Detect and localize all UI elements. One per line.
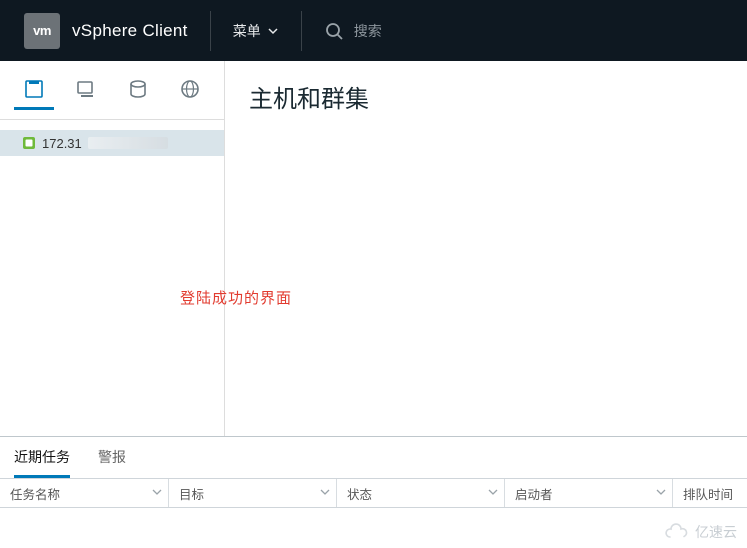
- tab-networking[interactable]: [170, 70, 210, 110]
- tree-item-label: 172.31: [42, 136, 82, 151]
- tree-item-vcenter[interactable]: 172.31: [0, 130, 224, 156]
- col-label: 启动者: [515, 484, 553, 503]
- chevron-down-icon: [656, 486, 666, 500]
- tab-storage[interactable]: [118, 70, 158, 110]
- main-body: 172.31 主机和群集: [0, 61, 747, 436]
- vmware-logo-text: vm: [33, 23, 51, 38]
- inventory-sidebar: 172.31: [0, 61, 225, 436]
- cloud-icon: [663, 523, 689, 541]
- watermark-text: 亿速云: [695, 522, 737, 542]
- search-box[interactable]: [324, 21, 474, 41]
- col-target[interactable]: 目标: [168, 479, 336, 507]
- tab-vms-templates[interactable]: [66, 70, 106, 110]
- networking-icon: [179, 78, 201, 100]
- vcenter-icon: [22, 136, 36, 150]
- content-area: 主机和群集: [225, 61, 747, 436]
- header-divider: [301, 11, 302, 51]
- hosts-clusters-icon: [23, 78, 45, 100]
- search-icon: [324, 21, 344, 41]
- bottom-panel: 近期任务 警报 任务名称 目标 状态 启动者: [0, 436, 747, 548]
- tab-recent-tasks[interactable]: 近期任务: [14, 447, 70, 478]
- menu-label: 菜单: [233, 21, 261, 41]
- col-label: 任务名称: [10, 484, 60, 503]
- chevron-down-icon: [320, 486, 330, 500]
- chevron-down-icon: [152, 486, 162, 500]
- header-divider: [210, 11, 211, 51]
- search-input[interactable]: [354, 23, 474, 39]
- bottom-tabs: 近期任务 警报: [0, 437, 747, 478]
- product-brand: vSphere Client: [72, 21, 188, 41]
- tasks-grid-header: 任务名称 目标 状态 启动者 排队时间: [0, 478, 747, 508]
- redacted-address: [88, 137, 168, 149]
- col-initiator[interactable]: 启动者: [504, 479, 672, 507]
- col-status[interactable]: 状态: [336, 479, 504, 507]
- inventory-tree: 172.31: [0, 120, 224, 156]
- col-queued-for[interactable]: 排队时间: [672, 479, 747, 507]
- top-header: vm vSphere Client 菜单: [0, 0, 747, 61]
- menu-dropdown[interactable]: 菜单: [233, 21, 279, 41]
- page-title: 主机和群集: [249, 79, 723, 114]
- col-label: 状态: [347, 484, 372, 503]
- annotation-note: 登陆成功的界面: [180, 287, 292, 308]
- chevron-down-icon: [267, 25, 279, 37]
- watermark: 亿速云: [663, 522, 737, 542]
- tab-alarms[interactable]: 警报: [98, 447, 126, 478]
- col-label: 目标: [179, 484, 204, 503]
- storage-icon: [127, 78, 149, 100]
- chevron-down-icon: [488, 486, 498, 500]
- inventory-tabs: [0, 61, 224, 120]
- tab-hosts-clusters[interactable]: [14, 70, 54, 110]
- col-task-name[interactable]: 任务名称: [0, 479, 168, 507]
- col-label: 排队时间: [683, 484, 733, 503]
- vms-templates-icon: [75, 78, 97, 100]
- vmware-logo: vm: [24, 13, 60, 49]
